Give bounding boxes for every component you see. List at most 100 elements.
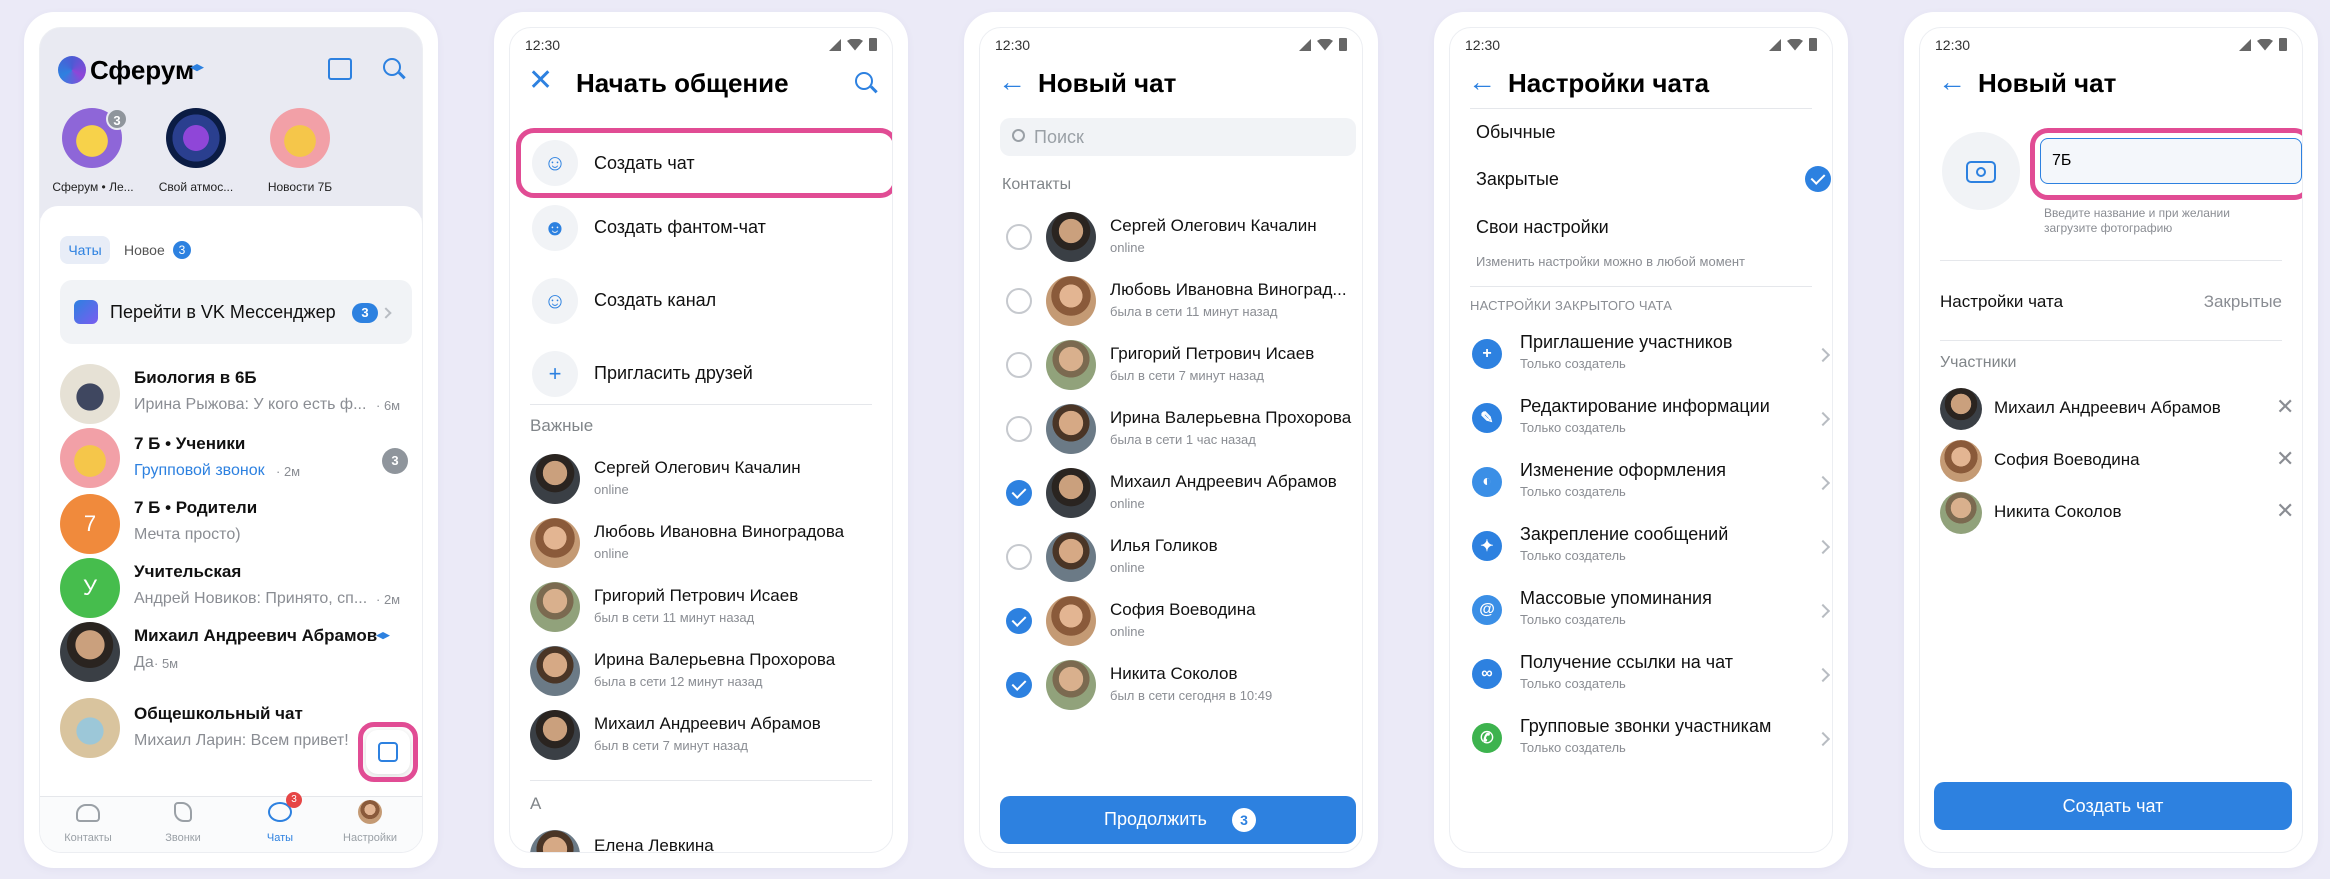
tab-new[interactable]: Новое (124, 242, 165, 258)
option-normal[interactable]: Обычные (1476, 122, 1556, 143)
chat-name-input[interactable] (2040, 138, 2302, 184)
contact-name[interactable]: София Воеводина (1110, 600, 1256, 620)
palette-icon: ◐ (1472, 467, 1502, 497)
contact-status: online (1110, 496, 1145, 511)
contact-avatar (530, 710, 580, 760)
create-chat-button[interactable]: Создать чат (1934, 782, 2292, 830)
nav-contacts[interactable]: Контакты (58, 832, 118, 844)
back-arrow-icon[interactable]: ← (998, 66, 1026, 98)
setting-title[interactable]: Приглашение участников (1520, 332, 1732, 353)
setting-title[interactable]: Закрепление сообщений (1520, 524, 1728, 545)
create-channel-button[interactable]: Создать канал (594, 290, 716, 311)
contact-avatar (530, 646, 580, 696)
contact-name[interactable]: Михаил Андреевич Абрамов (1110, 472, 1337, 492)
divider (530, 780, 872, 781)
contact-checkbox[interactable] (1006, 288, 1032, 314)
back-arrow-icon[interactable]: ← (1938, 66, 1966, 98)
contact-name[interactable]: Григорий Петрович Исаев (1110, 344, 1314, 364)
setting-sub: Только создатель (1520, 548, 1626, 563)
status-time: 12:30 (1935, 37, 1971, 53)
tab-chats[interactable]: Чаты (60, 236, 110, 264)
member-name: София Воеводина (1994, 450, 2140, 469)
nav-calls[interactable]: Звонки (153, 832, 213, 844)
setting-title[interactable]: Изменение оформления (1520, 460, 1726, 481)
archive-icon[interactable] (328, 58, 352, 80)
contact-status: online (1110, 624, 1145, 639)
chat-title: Биология в 6Б (134, 368, 257, 387)
create-chat-icon: ☺ (532, 140, 578, 186)
chevron-right-icon (1815, 603, 1831, 619)
contact-status: был в сети 7 минут назад (594, 738, 748, 753)
divider (1940, 340, 2282, 341)
setting-title[interactable]: Групповые звонки участникам (1520, 716, 1771, 737)
contact-avatar (1046, 532, 1096, 582)
option-closed[interactable]: Закрытые (1476, 169, 1559, 190)
phone-chats-list: Сферум 3 Сферум • Ле... Свой атмос... Но… (24, 12, 438, 868)
nav-chats[interactable]: Чаты (250, 832, 310, 844)
section-members: Участники (1940, 354, 2017, 371)
contact-name[interactable]: Михаил Андреевич Абрамов (594, 714, 821, 734)
contact-avatar (530, 518, 580, 568)
create-chat-button[interactable]: Создать чат (594, 153, 695, 174)
contact-avatar (1046, 276, 1096, 326)
phone-icon[interactable] (174, 802, 192, 822)
contact-name[interactable]: Сергей Олегович Качалин (594, 458, 801, 478)
chat-preview: Михаил Ларин: Всем привет! (134, 732, 349, 749)
contact-name[interactable]: Ирина Валерьевна Прохорова (594, 650, 835, 670)
contact-name[interactable]: Елена Левкина (594, 836, 714, 852)
contact-checkbox[interactable] (1006, 224, 1032, 250)
wifi-icon (847, 38, 863, 51)
story-avatar-3[interactable] (270, 108, 330, 168)
chat-settings-value[interactable]: Закрытые (2204, 292, 2282, 312)
page-title: Новый чат (1978, 68, 2117, 98)
story-label-2: Свой атмос... (158, 180, 234, 194)
member-avatar (1940, 492, 1982, 534)
contact-name[interactable]: Никита Соколов (1110, 664, 1238, 684)
contact-name[interactable]: Любовь Ивановна Виноградова (594, 522, 844, 542)
close-icon[interactable]: ✕ (528, 66, 553, 96)
contact-avatar (1046, 596, 1096, 646)
camera-lens (1976, 167, 1986, 177)
contact-checkbox[interactable] (1006, 352, 1032, 378)
member-avatar (1940, 440, 1982, 482)
setting-title[interactable]: Получение ссылки на чат (1520, 652, 1733, 673)
contact-checkbox-checked[interactable] (1006, 672, 1032, 698)
contact-checkbox-checked[interactable] (1006, 480, 1032, 506)
option-custom[interactable]: Свои настройки (1476, 217, 1609, 238)
contact-checkbox[interactable] (1006, 416, 1032, 442)
setting-title[interactable]: Редактирование информации (1520, 396, 1770, 417)
back-arrow-icon[interactable]: ← (1468, 66, 1496, 98)
contact-name[interactable]: Ирина Валерьевна Прохорова (1110, 408, 1351, 428)
setting-sub: Только создатель (1520, 740, 1626, 755)
contact-avatar (1046, 660, 1096, 710)
create-phantom-chat-button[interactable]: Создать фантом-чат (594, 217, 766, 238)
option-closed-check[interactable] (1805, 166, 1831, 192)
remove-member-icon[interactable]: ✕ (2276, 394, 2294, 420)
contact-name[interactable]: Любовь Ивановна Виноград... (1110, 280, 1347, 300)
wifi-icon (2257, 38, 2273, 51)
chat-preview: Мечта просто) (134, 526, 241, 543)
remove-member-icon[interactable]: ✕ (2276, 446, 2294, 472)
contact-checkbox[interactable] (1006, 544, 1032, 570)
contact-name[interactable]: Илья Голиков (1110, 536, 1218, 556)
chat-settings-label[interactable]: Настройки чата (1940, 292, 2063, 312)
setting-sub: Только создатель (1520, 484, 1626, 499)
setting-sub: Только создатель (1520, 356, 1626, 371)
settings-avatar[interactable] (358, 800, 382, 824)
contacts-icon[interactable] (76, 804, 100, 822)
link-icon: ∞ (1472, 659, 1502, 689)
vk-messenger-icon (74, 300, 98, 324)
divider (1470, 108, 1812, 109)
remove-member-icon[interactable]: ✕ (2276, 498, 2294, 524)
setting-title[interactable]: Массовые упоминания (1520, 588, 1712, 609)
member-name: Никита Соколов (1994, 502, 2122, 521)
invite-friends-button[interactable]: Пригласить друзей (594, 363, 753, 384)
chevron-right-icon (1815, 411, 1831, 427)
contact-name[interactable]: Григорий Петрович Исаев (594, 586, 798, 606)
contact-name[interactable]: Сергей Олегович Качалин (1110, 216, 1317, 236)
chat-time: · 2м (276, 464, 301, 479)
phone-icon: ✆ (1472, 723, 1502, 753)
contact-checkbox-checked[interactable] (1006, 608, 1032, 634)
nav-settings[interactable]: Настройки (340, 832, 400, 844)
story-avatar-2[interactable] (166, 108, 226, 168)
